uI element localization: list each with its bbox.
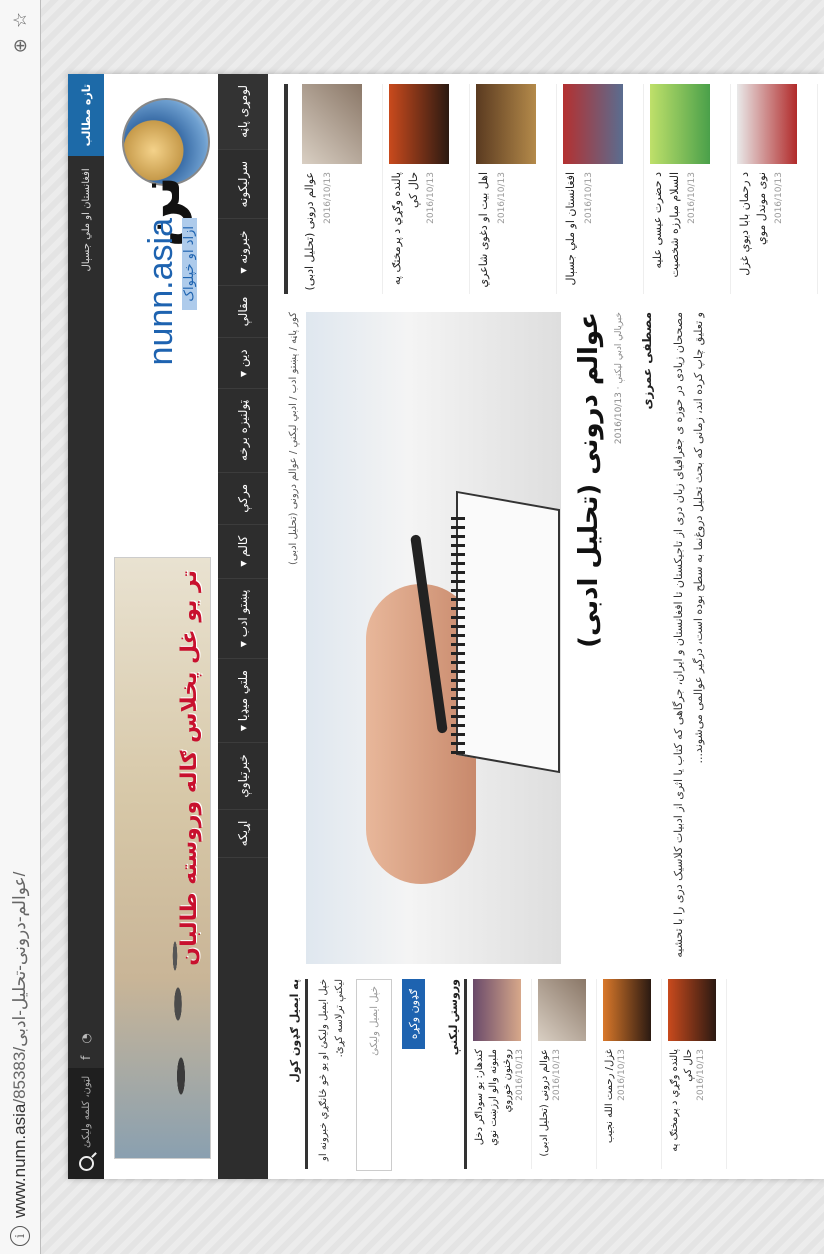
bookmark-star-icon[interactable]: ☆ xyxy=(10,12,31,28)
website: تازه مطالب افغانستان او ملي جسېال لټون، … xyxy=(68,74,824,1179)
article-body: مصححان زیادی در حوزه ی جغرافیای زبان دری… xyxy=(672,312,705,958)
list-item-date: 2016/10/13 xyxy=(552,1049,562,1101)
list-item[interactable]: غزل/ رحمت الله نجیب 2016/10/13 xyxy=(597,979,662,1169)
list-item-title[interactable]: پالنده وګړي د پرمختګ په حال کې xyxy=(668,1049,696,1169)
list-item-date: 2016/10/13 xyxy=(696,1049,706,1101)
globe-icon xyxy=(122,98,210,186)
list-item-title[interactable]: غزل/ رحمت الله نجیب xyxy=(603,1049,617,1143)
nav-item-home[interactable]: لومړی پاڼه xyxy=(218,74,268,150)
list-item-title[interactable]: د رحمان بابا دیوې غزل نوی موندل موي xyxy=(737,172,770,294)
site-logo[interactable]: نن nunn.asia ازاد او خپلواک xyxy=(122,98,212,478)
search-icon[interactable] xyxy=(78,1156,94,1171)
list-item-title[interactable]: افغانستان او ملي جسېال xyxy=(563,172,580,285)
list-item-date: 2016/10/13 xyxy=(322,172,333,224)
main-nav: لومړی پاڼه سرلیکونه خبرونه ▾ مقالې دین ▾… xyxy=(218,74,268,1179)
list-item[interactable]: د رحمان بابا دیوې غزل نوی موندل موي 2016/… xyxy=(731,84,818,294)
logo-tagline: ازاد او خپلواک xyxy=(182,218,197,310)
thumbnail-image[interactable] xyxy=(389,84,449,164)
nav-item-religion[interactable]: دین ▾ xyxy=(218,338,268,389)
topbar-left: لټون، کلمه ولیکئ f ◔ xyxy=(68,1025,104,1179)
header-banner[interactable]: تر یو غل پخلاس ګاله وروسته طالبان xyxy=(114,557,211,1159)
right-sidebar-list: عوالم درونی (تحلیل ادبی) 2016/10/13 پالند… xyxy=(284,84,824,294)
thumbnail-image[interactable] xyxy=(538,979,586,1041)
article-title: عوالم درونی (تحلیل ادبی) xyxy=(574,312,604,648)
list-item[interactable]: افغانستان او ملي جسېال 2016/10/13 xyxy=(557,84,644,294)
nav-item-announcements[interactable]: خبرتیاوې xyxy=(218,743,268,810)
thumbnail-image[interactable] xyxy=(302,84,362,164)
list-item-title[interactable]: پالنده وګړي د پرمختګ په حال کې xyxy=(389,172,422,294)
article-author[interactable]: مصطفی عمرزی xyxy=(640,312,654,410)
nav-item-interviews[interactable]: مرکې xyxy=(218,472,268,525)
thumbnail-image[interactable] xyxy=(563,84,623,164)
list-item-date: 2016/10/13 xyxy=(774,172,784,224)
list-item-date: 2016/10/13 xyxy=(617,1049,627,1101)
list-item-date: 2016/10/13 xyxy=(426,172,436,224)
facebook-icon[interactable]: f xyxy=(79,1056,93,1060)
article-meta: خبریالي ادبي لیکنې · 2016/10/13 xyxy=(614,312,624,445)
thumbnail-image[interactable] xyxy=(668,979,716,1041)
list-item-date: 2016/10/13 xyxy=(515,1049,525,1101)
list-item[interactable]: عوالم درونی (تحلیل ادبی) 2016/10/13 xyxy=(296,84,383,294)
thumbnail-image[interactable] xyxy=(650,84,710,164)
thumbnail-image[interactable] xyxy=(603,979,651,1041)
nav-item-column[interactable]: کالم ▾ xyxy=(218,524,268,579)
nav-item-social[interactable]: ټولنیزه برخه xyxy=(218,389,268,473)
thumbnail-image[interactable] xyxy=(476,84,536,164)
list-item-date: 2016/10/13 xyxy=(496,172,507,224)
latest-news-label: تازه مطالب xyxy=(68,74,104,157)
list-item-date: 2016/10/13 xyxy=(583,172,594,224)
search-input[interactable]: لټون، کلمه ولیکئ xyxy=(81,1076,92,1148)
list-item[interactable]: د حضرت عیسی علیه السلام مبارزه شخصیت 2016… xyxy=(644,84,731,294)
list-item-title[interactable]: د حضرت عیسی علیه السلام مبارزه شخصیت xyxy=(650,172,683,294)
banner-slogan: تر یو غل پخلاس ګاله وروسته طالبان xyxy=(177,570,202,966)
thumbnail-image[interactable] xyxy=(737,84,797,164)
url-path: /85383/عوالم-درونی-تحلیل-ادبی/ xyxy=(10,871,29,1104)
nav-item-pashto-literature[interactable]: پښتو ادب ▾ xyxy=(218,578,268,660)
article-image[interactable] xyxy=(306,312,561,964)
breadcrumb[interactable]: کور پاڼه / پښتو ادب / ادبي لیکنې / عوالم… xyxy=(284,312,305,964)
list-item-date: 2016/10/13 xyxy=(687,172,697,224)
list-item-title[interactable]: عوالم درونی (تحلیل ادبی) xyxy=(302,172,319,290)
thumbnail-image[interactable] xyxy=(473,979,521,1041)
nav-item-contact[interactable]: اړیکه xyxy=(218,809,268,859)
nav-item-multimedia[interactable]: ملتي میډیا ▾ xyxy=(218,659,268,744)
subscribe-text: خپل ایمیل ولیکئ او یو څو ځانګړي خبرونه ا… xyxy=(318,979,345,1161)
left-sidebar: په ایمیل ګډون کول خپل ایمیل ولیکئ او یو … xyxy=(284,979,824,1171)
subscribe-button[interactable]: ګډون وکړه xyxy=(402,979,425,1050)
article: کور پاڼه / پښتو ادب / ادبي لیکنې / عوالم… xyxy=(284,312,824,964)
list-item-title[interactable]: کندهار: یو سوداګر دخل ملبونه والو ارزښت … xyxy=(473,1049,515,1169)
nav-item-news[interactable]: خبرونه ▾ xyxy=(218,219,268,286)
url-host: www.nunn.asia xyxy=(10,1103,29,1218)
site-header: تر یو غل پخلاس ګاله وروسته طالبان نن nun… xyxy=(104,74,216,1179)
social-links: f ◔ xyxy=(79,1025,93,1068)
nav-item-articles[interactable]: مقالې xyxy=(218,285,268,339)
browser-stage: i www.nunn.asia/85383/عوالم-درونی-تحلیل-… xyxy=(0,0,824,1254)
list-item[interactable]: پالنده وګړي د پرمختګ په حال کې 2016/10/13 xyxy=(383,84,470,294)
latest-posts-heading: وروستۍ لیکنې xyxy=(443,979,467,1169)
list-item[interactable]: پالنده وګړي د پرمختګ په حال کې 2016/10/13 xyxy=(662,979,727,1169)
nav-item-headlines[interactable]: سرلیکونه xyxy=(218,149,268,220)
list-item[interactable]: عوالم درونی (تحلیل ادبی) 2016/10/13 xyxy=(532,979,597,1169)
zoom-icon[interactable]: ⊕ xyxy=(10,38,31,53)
notebook-shape xyxy=(456,490,560,774)
notebook-spiral xyxy=(451,514,465,754)
list-item[interactable]: اهل بیت او دغوی شاعري 2016/10/13 xyxy=(470,84,557,294)
email-field[interactable]: خپل ایمیل ولیکئ xyxy=(356,979,392,1171)
right-list-divider xyxy=(284,84,288,294)
logo-name: nunn.asia xyxy=(142,218,180,366)
info-icon[interactable]: i xyxy=(10,1226,30,1246)
list-item[interactable]: کندهار: یو سوداګر دخل ملبونه والو ارزښت … xyxy=(467,979,532,1169)
top-bar: تازه مطالب افغانستان او ملي جسېال لټون، … xyxy=(68,74,104,1179)
list-item-title[interactable]: اهل بیت او دغوی شاعري xyxy=(476,172,493,287)
search-box[interactable]: لټون، کلمه ولیکئ xyxy=(68,1067,104,1179)
rss-icon[interactable]: ◔ xyxy=(79,1033,93,1043)
address-bar[interactable]: i www.nunn.asia/85383/عوالم-درونی-تحلیل-… xyxy=(0,0,41,1254)
subscribe-heading: په ایمیل ګډون کول xyxy=(284,979,308,1169)
list-item-title[interactable]: عوالم درونی (تحلیل ادبی) xyxy=(538,1049,552,1157)
url-text[interactable]: www.nunn.asia/85383/عوالم-درونی-تحلیل-اد… xyxy=(10,872,30,1218)
address-bar-actions: ⊕ ☆ xyxy=(10,12,31,53)
main-content: عوالم درونی (تحلیل ادبی) 2016/10/13 پالند… xyxy=(278,74,824,1179)
news-ticker[interactable]: افغانستان او ملي جسېال xyxy=(81,156,92,283)
